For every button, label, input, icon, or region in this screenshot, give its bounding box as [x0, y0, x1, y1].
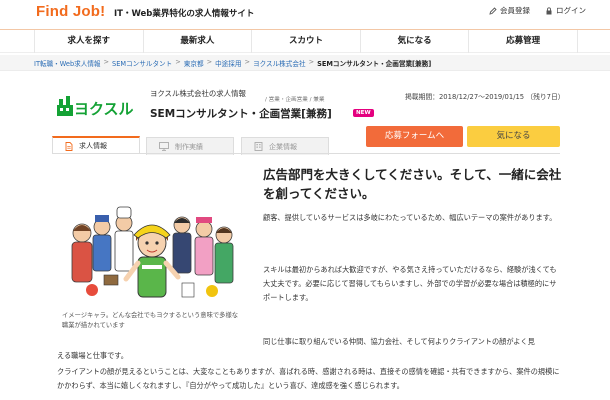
- login-label: ログイン: [556, 6, 586, 15]
- new-badge: NEW: [353, 109, 374, 117]
- apply-button[interactable]: 応募フォームへ: [366, 126, 463, 147]
- company-logo: ヨクスル: [57, 96, 134, 118]
- register-link[interactable]: 会員登録: [489, 5, 530, 16]
- monitor-icon: [159, 142, 169, 151]
- job-title: SEMコンサルタント・企画営業[兼務]: [150, 108, 332, 120]
- job-description-paragraph: スキルは最初からあれば大歓迎ですが、やる気さえ持っていただけるなら、経験が浅くて…: [263, 265, 557, 302]
- nav-item-applications[interactable]: 応募管理: [468, 30, 578, 53]
- site-tagline: IT・Web業界特化の求人情報サイト: [114, 9, 255, 19]
- login-link[interactable]: ログイン: [545, 5, 586, 16]
- favorite-button[interactable]: 気になる: [467, 126, 560, 147]
- breadcrumb-item[interactable]: ヨクスル株式会社: [253, 58, 306, 68]
- pencil-icon: [489, 6, 497, 15]
- company-logo-text: ヨクスル: [74, 100, 134, 118]
- document-icon: [65, 141, 73, 151]
- tab-label: 企業情報: [269, 142, 297, 151]
- tab-label: 求人情報: [79, 142, 107, 150]
- lock-icon: [546, 6, 552, 14]
- site-logo[interactable]: Find Job!: [36, 3, 105, 20]
- breadcrumb-item[interactable]: IT転職・Web求人情報: [34, 58, 101, 68]
- tab-divider: [52, 153, 560, 154]
- job-category-tags: / 営業・企画営業 / 兼業: [265, 97, 325, 103]
- nav-item-search-jobs[interactable]: 求人を探す: [34, 30, 143, 53]
- job-description-paragraph: 顧客、提供しているサービスは多岐にわたっているため、幅広いテーマの案件があります…: [263, 213, 557, 222]
- tab-job-info[interactable]: 求人情報: [52, 136, 140, 154]
- site-header: Find Job! IT・Web業界特化の求人情報サイト 会員登録 ログイン: [0, 0, 610, 24]
- nav-item-latest-jobs[interactable]: 最新求人: [142, 30, 252, 53]
- job-description-paragraph: 同じ仕事に取り組んでいる仲間、協力会社、そして何よりクライアントの顔がよく見: [263, 337, 535, 346]
- nav-item-favorites[interactable]: 気になる: [359, 30, 469, 53]
- breadcrumb-item[interactable]: 東京都: [184, 58, 204, 68]
- illustration-caption: イメージキャラ。どんな会社でもヨクするという意味で多様な職業が描かれています: [62, 312, 239, 329]
- nav-item-scout[interactable]: スカウト: [251, 30, 360, 53]
- company-name[interactable]: ヨクスル株式会社の求人情報: [150, 88, 246, 99]
- mascot-illustration: [71, 206, 234, 298]
- breadcrumb-current: SEMコンサルタント・企画営業[兼務]: [317, 60, 432, 68]
- job-description-paragraph: クライアントの顔が見えるということは、大変なこともありますが、喜ばれる時、感謝さ…: [57, 367, 560, 390]
- breadcrumb-bar: IT転職・Web求人情報 > SEMコンサルタント > 東京都 > 中途採用 > ヨクス…: [0, 55, 610, 71]
- breadcrumb-item[interactable]: 中途採用: [215, 58, 241, 68]
- job-description-paragraph: える職場と仕事です。: [57, 351, 128, 360]
- register-label: 会員登録: [500, 6, 530, 15]
- building-icon: [254, 142, 263, 151]
- breadcrumb-item[interactable]: SEMコンサルタント: [112, 58, 172, 68]
- breadcrumb: IT転職・Web求人情報 > SEMコンサルタント > 東京都 > 中途採用 > ヨクス…: [34, 58, 432, 68]
- job-headline: 広告部門を大きくしてください。そして、一緒に会社を創ってください。: [263, 167, 562, 201]
- listing-period: 掲載期間：2018/12/27～2019/01/15 （残り7日）: [405, 93, 565, 101]
- tab-label: 制作実績: [175, 142, 203, 151]
- global-nav: 求人を探す 最新求人 スカウト 気になる 応募管理: [0, 29, 610, 53]
